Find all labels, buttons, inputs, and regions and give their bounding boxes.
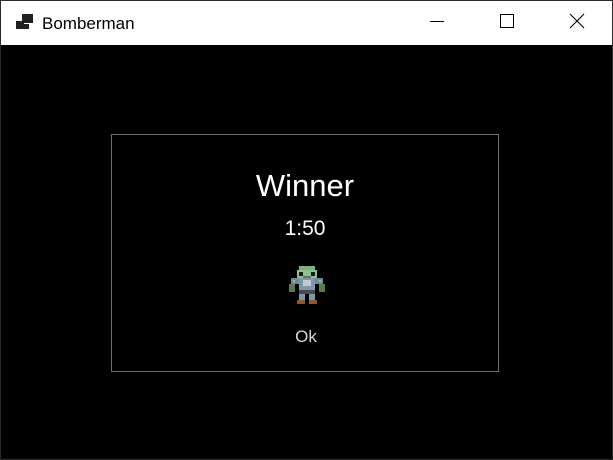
close-button[interactable] (542, 1, 612, 45)
player-sprite-icon (287, 262, 327, 306)
application-window: Bomberman Winner 1:50 Ok (0, 0, 613, 460)
winner-title: Winner (255, 168, 355, 203)
minimize-button[interactable] (402, 1, 472, 45)
maximize-icon (499, 13, 515, 34)
app-window-icon (15, 13, 35, 33)
ok-button[interactable]: Ok (275, 324, 337, 350)
title-bar[interactable]: Bomberman (1, 1, 612, 45)
close-icon (569, 13, 585, 34)
window-title: Bomberman (42, 14, 135, 33)
winner-dialog: Winner 1:50 Ok (111, 134, 499, 372)
winner-time: 1:50 (284, 217, 326, 240)
maximize-button[interactable] (472, 1, 542, 45)
minimize-icon (429, 13, 445, 34)
game-area: Winner 1:50 Ok (1, 45, 612, 459)
